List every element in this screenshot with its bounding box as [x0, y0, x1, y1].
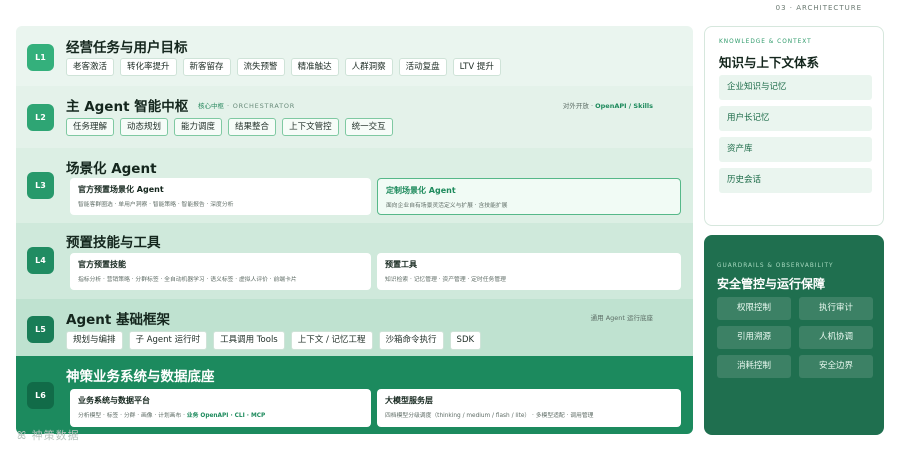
llm-service-card: 大模型服务层 四档模型分级调度（thinking / medium / flas…	[377, 389, 681, 427]
card-desc-highlight: 业务 OpenAPI · CLI · MCP	[186, 413, 266, 419]
architecture-page: 03 · ARCHITECTURE L1 经营任务与用户目标 老客激活 转化率提…	[0, 0, 900, 455]
card-title: 预置工具	[385, 260, 417, 269]
note-highlight: OpenAPI / Skills	[595, 102, 653, 110]
chip: 子 Agent 运行时	[128, 331, 208, 350]
business-platform-card: 业务系统与数据平台 分析模型 · 标签 · 分群 · 画像 · 计划画布 · 业…	[70, 389, 371, 427]
official-agent-card: 官方预置场景化 Agent 智能客群圈选 · 单用户洞察 · 智能策略 · 智能…	[70, 178, 371, 215]
chip: 新客留存	[182, 58, 231, 76]
chip: 人群洞察	[344, 58, 393, 76]
card-desc: 分析模型 · 标签 · 分群 · 画像 · 计划画布 · 业务 OpenAPI …	[78, 410, 363, 419]
layer-l1: L1 经营任务与用户目标 老客激活 转化率提升 新客留存 流失预警 精准触达 人…	[16, 26, 693, 86]
card-desc: 四档模型分级调度（thinking / medium / flash / lit…	[385, 413, 594, 419]
chip: 精准触达	[290, 58, 339, 76]
layer-tag-cn: 核心中枢	[198, 102, 224, 110]
layer-badge: L5	[27, 316, 54, 343]
card-desc: 智能客群圈选 · 单用户洞察 · 智能策略 · 智能报告 · 深度分析	[78, 202, 234, 208]
guardrail-item: 安全边界	[799, 355, 873, 378]
layer-title: 预置技能与工具	[66, 235, 161, 251]
custom-agent-card: 定制场景化 Agent 面向企业自有场景灵活定义与扩展 · 含技能扩展	[377, 178, 681, 215]
layer-title: Agent 基础框架	[66, 312, 171, 328]
card-desc: 指标分析 · 营销策略 · 分群标签 · 全自动机器学习 · 语义标签 · 虚拟…	[78, 277, 297, 283]
chip: 统一交互	[344, 118, 393, 136]
layer-title: 场景化 Agent	[66, 161, 157, 177]
chip-row: 任务理解 动态规划 能力调度 结果整合 上下文管控 统一交互	[66, 118, 393, 136]
chip: 上下文管控	[282, 118, 339, 136]
card-title: 大模型服务层	[385, 396, 433, 405]
chip: 活动复盘	[398, 58, 447, 76]
layer-title: 主 Agent 智能中枢	[66, 99, 189, 115]
card-desc: 知识检索 · 记忆管理 · 资产管理 · 定时任务管理	[385, 277, 506, 283]
layer-note: 对外开放 · OpenAPI / Skills	[563, 100, 653, 110]
card-desc-text: 分析模型 · 标签 · 分群 · 画像 · 计划画布 ·	[78, 413, 187, 419]
guardrail-item: 消耗控制	[717, 355, 791, 378]
layer-tag: 核心中枢 · ORCHESTRATOR	[198, 100, 295, 110]
chip: 转化率提升	[120, 58, 177, 76]
preset-tools-card: 预置工具 知识检索 · 记忆管理 · 资产管理 · 定时任务管理	[377, 253, 681, 290]
card-title: 业务系统与数据平台	[78, 396, 150, 405]
brand-watermark: ꕤ 神策数据	[17, 429, 80, 442]
chip-row: 老客激活 转化率提升 新客留存 流失预警 精准触达 人群洞察 活动复盘 LTV …	[66, 58, 501, 76]
layer-l4: L4 预置技能与工具 官方预置技能 指标分析 · 营销策略 · 分群标签 · 全…	[16, 223, 693, 299]
guardrails-grid: 权限控制 执行审计 引用溯源 人机协调 消耗控制 安全边界	[717, 297, 873, 378]
layer-title: 经营任务与用户目标	[66, 40, 188, 56]
panel-eyebrow: GUARDRAILS & OBSERVABILITY	[717, 263, 834, 269]
layer-badge: L6	[27, 382, 54, 409]
layer-l2: L2 主 Agent 智能中枢 核心中枢 · ORCHESTRATOR 对外开放 …	[16, 86, 693, 148]
knowledge-panel: KNOWLEDGE & CONTEXT 知识与上下文体系 企业知识与记忆 用户长…	[704, 26, 884, 226]
section-label: 03 · ARCHITECTURE	[775, 4, 862, 12]
chip: 能力调度	[174, 118, 223, 136]
chip: 沙箱命令执行	[378, 331, 444, 350]
panel-title: 安全管控与运行保障	[717, 277, 826, 291]
layer-badge: L2	[27, 104, 54, 131]
layer-tag-en: · ORCHESTRATOR	[227, 102, 296, 110]
chip: 结果整合	[228, 118, 277, 136]
layer-badge: L4	[27, 247, 54, 274]
guardrail-item: 人机协调	[799, 326, 873, 349]
layer-title: 神策业务系统与数据底座	[66, 369, 215, 385]
card-title: 官方预置技能	[78, 260, 126, 269]
guardrail-item: 权限控制	[717, 297, 791, 320]
chip: 上下文 / 记忆工程	[290, 331, 373, 350]
knowledge-list: 企业知识与记忆 用户长记忆 资产库 历史会话	[719, 75, 872, 199]
card-title: 官方预置场景化 Agent	[78, 185, 164, 194]
layer-badge: L3	[27, 172, 54, 199]
chip: 任务理解	[66, 118, 115, 136]
chip: 老客激活	[66, 58, 115, 76]
panel-eyebrow: KNOWLEDGE & CONTEXT	[719, 39, 812, 45]
official-skills-card: 官方预置技能 指标分析 · 营销策略 · 分群标签 · 全自动机器学习 · 语义…	[70, 253, 371, 290]
card-title: 定制场景化 Agent	[386, 186, 456, 195]
knowledge-item: 历史会话	[719, 168, 872, 193]
layer-note: 通用 Agent 运行底座	[590, 314, 653, 322]
chip: 工具调用 Tools	[213, 331, 285, 350]
guardrail-item: 执行审计	[799, 297, 873, 320]
chip: 动态规划	[120, 118, 169, 136]
guardrail-item: 引用溯源	[717, 326, 791, 349]
knowledge-item: 资产库	[719, 137, 872, 162]
layer-stack: L1 经营任务与用户目标 老客激活 转化率提升 新客留存 流失预警 精准触达 人…	[16, 26, 693, 434]
chip: 规划与编排	[66, 331, 123, 350]
card-desc: 面向企业自有场景灵活定义与扩展 · 含技能扩展	[386, 203, 508, 209]
knowledge-item: 企业知识与记忆	[719, 75, 872, 100]
layer-l3: L3 场景化 Agent 官方预置场景化 Agent 智能客群圈选 · 单用户洞…	[16, 148, 693, 223]
knowledge-item: 用户长记忆	[719, 106, 872, 131]
chip: LTV 提升	[452, 58, 501, 76]
guardrails-panel: GUARDRAILS & OBSERVABILITY 安全管控与运行保障 权限控…	[704, 235, 884, 435]
chip-row: 规划与编排 子 Agent 运行时 工具调用 Tools 上下文 / 记忆工程 …	[66, 331, 482, 350]
note-prefix: 对外开放 ·	[562, 102, 596, 110]
layer-l6: L6 神策业务系统与数据底座 业务系统与数据平台 分析模型 · 标签 · 分群 …	[16, 356, 693, 434]
layer-l5: L5 Agent 基础框架 通用 Agent 运行底座 规划与编排 子 Agen…	[16, 299, 693, 356]
chip: 流失预警	[236, 58, 285, 76]
panel-title: 知识与上下文体系	[719, 55, 820, 70]
chip: SDK	[449, 331, 482, 350]
layer-badge: L1	[27, 44, 54, 71]
